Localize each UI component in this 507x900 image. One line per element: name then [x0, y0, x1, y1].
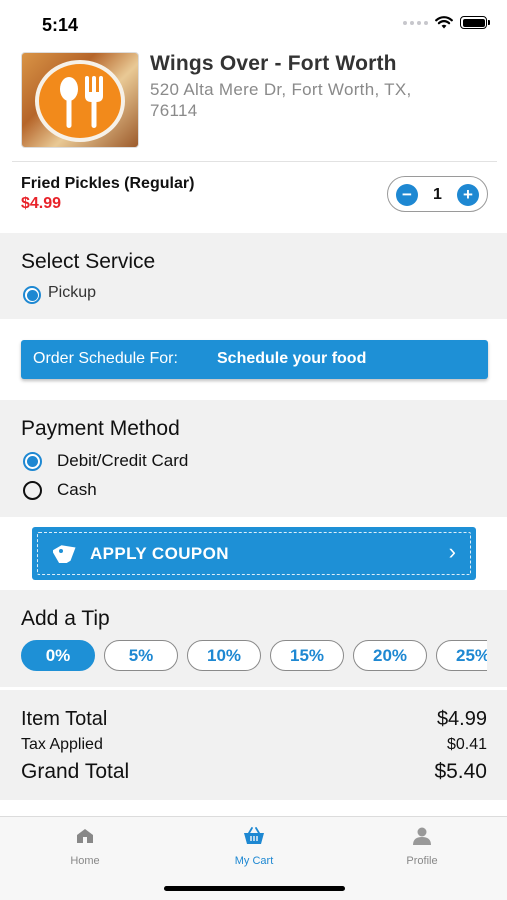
- totals-section: Item Total $4.99 Tax Applied $0.41 Grand…: [0, 690, 507, 800]
- tab-my-cart[interactable]: My Cart: [199, 827, 309, 867]
- card-label: Debit/Credit Card: [57, 451, 189, 470]
- home-icon: [77, 829, 93, 843]
- restaurant-name: Wings Over - Fort Worth: [150, 52, 397, 75]
- item-total-label: Item Total: [21, 708, 108, 730]
- quantity-stepper: − 1 +: [387, 176, 488, 212]
- tip-options: 0% 5% 10% 15% 20% 25%: [21, 640, 487, 672]
- order-schedule-button[interactable]: Order Schedule For: Schedule your food: [21, 340, 488, 379]
- tag-icon: [53, 545, 76, 563]
- spoon-fork-icon: [60, 76, 103, 128]
- tip-option-20[interactable]: 20%: [353, 640, 427, 671]
- card-radio[interactable]: [23, 452, 42, 471]
- pickup-label: Pickup: [48, 284, 97, 301]
- service-section: Select Service Pickup: [0, 233, 507, 319]
- schedule-prefix: Order Schedule For:: [33, 350, 178, 367]
- grand-total-label: Grand Total: [21, 760, 130, 783]
- service-title: Select Service: [21, 250, 156, 273]
- schedule-value: Schedule your food: [217, 350, 367, 367]
- apply-coupon-button[interactable]: APPLY COUPON ›: [32, 527, 476, 580]
- status-time: 5:14: [42, 15, 79, 35]
- basket-icon: [244, 827, 264, 844]
- item-total-value: $4.99: [436, 708, 487, 730]
- cart-item-price: $4.99: [21, 195, 62, 212]
- tip-section: Add a Tip: [0, 590, 507, 687]
- cash-radio[interactable]: [23, 481, 42, 500]
- chevron-right-icon: ›: [448, 539, 456, 564]
- increase-quantity-button[interactable]: +: [457, 184, 479, 206]
- restaurant-header: Wings Over - Fort Worth 520 Alta Mere Dr…: [0, 48, 507, 161]
- cart-item-row: Fried Pickles (Regular) $4.99 − 1 +: [0, 162, 507, 232]
- tab-home-label: Home: [70, 855, 100, 867]
- tab-home[interactable]: Home: [30, 827, 140, 867]
- signal-icon: [403, 20, 428, 25]
- payment-title: Payment Method: [21, 417, 180, 440]
- person-icon: [413, 827, 431, 845]
- grand-total-value: $5.40: [434, 760, 487, 783]
- tab-profile[interactable]: Profile: [367, 827, 477, 867]
- status-icons: [403, 16, 490, 29]
- tab-my-cart-label: My Cart: [234, 855, 274, 867]
- pickup-radio[interactable]: [23, 286, 41, 304]
- tip-option-15[interactable]: 15%: [270, 640, 344, 671]
- coupon-label: APPLY COUPON: [90, 544, 229, 563]
- tax-value: $0.41: [446, 736, 487, 753]
- home-indicator: [164, 886, 345, 891]
- tip-option-10[interactable]: 10%: [187, 640, 261, 671]
- restaurant-logo: [21, 52, 139, 148]
- payment-section: Payment Method Debit/Credit Card Cash: [0, 400, 507, 517]
- cash-label: Cash: [57, 480, 97, 499]
- wifi-icon: [435, 16, 453, 29]
- battery-icon: [460, 16, 490, 29]
- tip-option-0[interactable]: 0%: [21, 640, 95, 671]
- status-bar: 5:14: [0, 0, 507, 48]
- restaurant-address: 520 Alta Mere Dr, Fort Worth, TX, 76114: [150, 80, 412, 120]
- tip-title: Add a Tip: [21, 607, 110, 630]
- cart-item-name: Fried Pickles (Regular): [21, 175, 195, 192]
- tax-label: Tax Applied: [21, 736, 103, 753]
- tab-profile-label: Profile: [406, 855, 438, 867]
- tip-option-25[interactable]: 25%: [436, 640, 487, 671]
- tip-option-5[interactable]: 5%: [104, 640, 178, 671]
